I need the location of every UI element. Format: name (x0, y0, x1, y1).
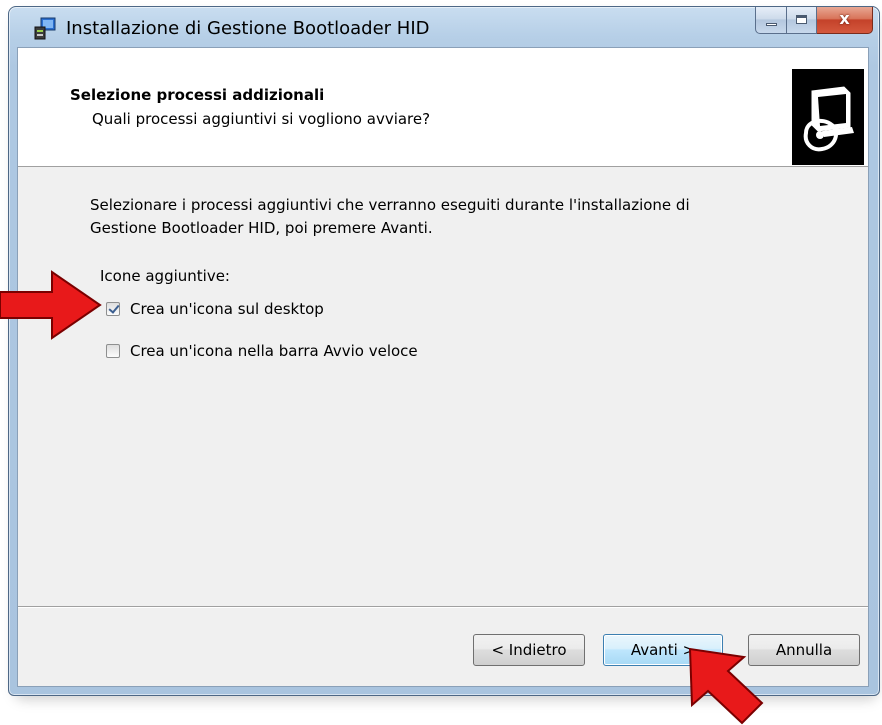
wizard-page: Selezione processi addizionali Quali pro… (17, 47, 869, 687)
close-button[interactable]: x (817, 7, 873, 34)
footer-separator (18, 606, 868, 607)
group-label: Icone aggiuntive: (100, 267, 230, 285)
option-desktop-icon[interactable]: Crea un'icona sul desktop (106, 300, 324, 318)
setup-icon (34, 17, 56, 40)
title-bar[interactable]: Installazione di Gestione Bootloader HID… (9, 7, 879, 47)
page-title: Selezione processi addizionali (70, 86, 325, 104)
desktop-icon-checkbox[interactable] (106, 302, 120, 316)
next-button[interactable]: Avanti > (603, 634, 723, 666)
quicklaunch-icon-checkbox[interactable] (106, 344, 120, 358)
window-title: Installazione di Gestione Bootloader HID (66, 18, 430, 39)
option-quicklaunch-icon[interactable]: Crea un'icona nella barra Avvio veloce (106, 342, 418, 360)
page-subtitle: Quali processi aggiuntivi si vogliono av… (92, 110, 431, 128)
wizard-header: Selezione processi addizionali Quali pro… (18, 48, 868, 167)
desktop-icon-label: Crea un'icona sul desktop (130, 300, 324, 318)
maximize-icon (796, 15, 807, 24)
intro-text: Selezionare i processi aggiuntivi che ve… (90, 194, 790, 240)
back-button[interactable]: < Indietro (473, 634, 585, 666)
computer-disk-icon (792, 69, 864, 165)
intro-line-2: Gestione Bootloader HID, poi premere Ava… (90, 219, 433, 237)
caption-buttons: x (755, 7, 873, 34)
close-icon: x (839, 9, 850, 28)
quicklaunch-icon-label: Crea un'icona nella barra Avvio veloce (130, 342, 418, 360)
minimize-button[interactable] (755, 7, 787, 34)
minimize-icon (766, 23, 777, 26)
cancel-button[interactable]: Annulla (748, 634, 860, 666)
maximize-button[interactable] (787, 7, 817, 34)
installer-window: Installazione di Gestione Bootloader HID… (8, 6, 880, 696)
intro-line-1: Selezionare i processi aggiuntivi che ve… (90, 196, 690, 214)
